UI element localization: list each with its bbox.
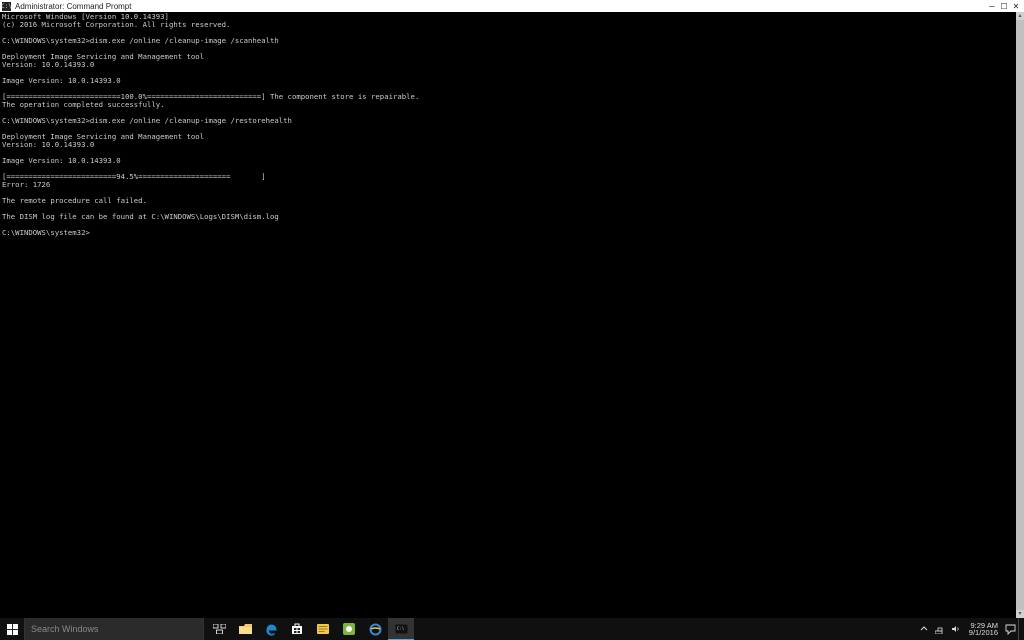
terminal-line: Image Version: 10.0.14393.0	[2, 77, 1014, 85]
title-bar: C:\ Administrator: Command Prompt ─ ☐ ✕	[0, 0, 1024, 12]
start-button[interactable]	[0, 618, 24, 640]
edge-button[interactable]	[258, 618, 284, 640]
volume-icon[interactable]	[951, 624, 961, 634]
terminal-line: The remote procedure call failed.	[2, 197, 1014, 205]
file-explorer-button[interactable]	[232, 618, 258, 640]
edge-icon	[265, 623, 278, 636]
cmd-taskbar-icon: C:\	[395, 624, 408, 634]
terminal-line: C:\WINDOWS\system32>dism.exe /online /cl…	[2, 117, 1014, 125]
cmd-icon: C:\	[2, 2, 11, 11]
ie-icon	[369, 623, 382, 636]
window-title: Administrator: Command Prompt	[15, 2, 986, 11]
tray-chevron-icon[interactable]	[919, 624, 929, 634]
svg-text:C:\: C:\	[397, 626, 405, 631]
terminal-line: The DISM log file can be found at C:\WIN…	[2, 213, 1014, 221]
internet-explorer-button[interactable]	[362, 618, 388, 640]
taskbar: Search Windows	[0, 618, 1024, 640]
action-center-icon	[1005, 624, 1016, 635]
terminal-line: Version: 10.0.14393.0	[2, 61, 1014, 69]
search-placeholder: Search Windows	[31, 624, 99, 634]
terminal-line	[2, 189, 1014, 197]
taskbar-app-2[interactable]	[336, 618, 362, 640]
terminal-line: (c) 2016 Microsoft Corporation. All righ…	[2, 21, 1014, 29]
terminal-line: Error: 1726	[2, 181, 1014, 189]
terminal-line: Deployment Image Servicing and Managemen…	[2, 53, 1014, 61]
taskbar-app-1[interactable]	[310, 618, 336, 640]
taskbar-icons: C:\	[206, 618, 414, 640]
terminal-line: C:\WINDOWS\system32>	[2, 229, 1014, 237]
store-button[interactable]	[284, 618, 310, 640]
terminal-line	[2, 149, 1014, 157]
search-input[interactable]: Search Windows	[24, 618, 204, 640]
task-view-button[interactable]	[206, 618, 232, 640]
network-icon[interactable]	[935, 624, 945, 634]
system-tray[interactable]	[915, 624, 965, 634]
terminal-line: The operation completed successfully.	[2, 101, 1014, 109]
show-desktop-button[interactable]	[1018, 618, 1024, 640]
terminal-line	[2, 221, 1014, 229]
terminal-line	[2, 69, 1014, 77]
app-icon-2	[343, 623, 355, 635]
scroll-thumb[interactable]	[1016, 20, 1024, 610]
terminal-line: [=========================94.5%=========…	[2, 173, 1014, 181]
minimize-button[interactable]: ─	[986, 0, 998, 12]
action-center-button[interactable]	[1002, 618, 1018, 640]
terminal-line: Version: 10.0.14393.0	[2, 141, 1014, 149]
scrollbar-vertical[interactable]: ▴ ▾	[1016, 12, 1024, 618]
close-button[interactable]: ✕	[1010, 0, 1022, 12]
store-icon	[291, 623, 303, 635]
cmd-taskbar-button[interactable]: C:\	[388, 618, 414, 640]
scroll-down-arrow[interactable]: ▾	[1016, 610, 1024, 618]
terminal-line: Deployment Image Servicing and Managemen…	[2, 133, 1014, 141]
terminal-content[interactable]: Microsoft Windows [Version 10.0.14393](c…	[0, 12, 1016, 618]
scroll-up-arrow[interactable]: ▴	[1016, 12, 1024, 20]
windows-logo-icon	[7, 624, 18, 635]
terminal-line: C:\WINDOWS\system32>dism.exe /online /cl…	[2, 37, 1014, 45]
window-controls: ─ ☐ ✕	[986, 0, 1022, 12]
task-view-icon	[213, 624, 226, 634]
terminal-area: Microsoft Windows [Version 10.0.14393](c…	[0, 12, 1024, 618]
app-icon	[317, 624, 329, 634]
folder-icon	[239, 624, 252, 634]
terminal-line: Image Version: 10.0.14393.0	[2, 157, 1014, 165]
clock[interactable]: 9:29 AM 9/1/2016	[965, 622, 1002, 637]
maximize-button[interactable]: ☐	[998, 0, 1010, 12]
date-text: 9/1/2016	[969, 629, 998, 637]
